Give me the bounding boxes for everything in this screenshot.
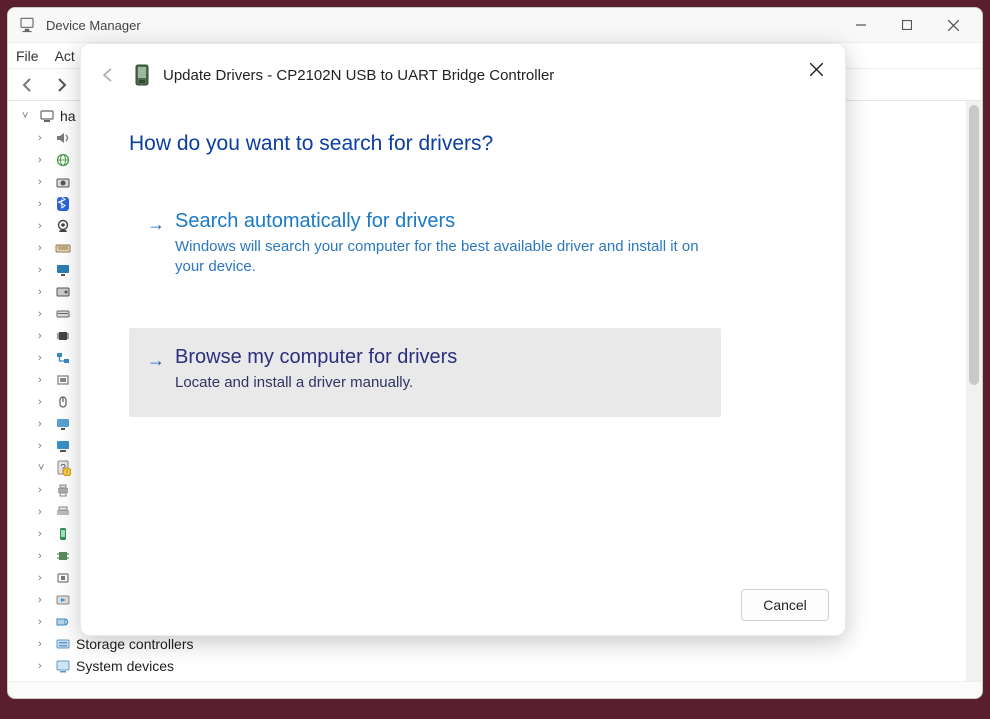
dialog-content: How do you want to search for drivers? →…	[81, 96, 845, 577]
dialog-question: How do you want to search for drivers?	[129, 132, 797, 156]
chevron-right-icon[interactable]	[38, 374, 50, 386]
chevron-right-icon[interactable]	[38, 264, 50, 276]
chevron-right-icon[interactable]	[38, 132, 50, 144]
dialog-title: Update Drivers - CP2102N USB to UART Bri…	[163, 67, 554, 84]
chevron-down-icon[interactable]: ˅	[38, 462, 50, 474]
chevron-right-icon[interactable]	[38, 594, 50, 606]
chevron-right-icon[interactable]	[38, 440, 50, 452]
menu-action[interactable]: Act	[55, 48, 75, 64]
chevron-right-icon[interactable]	[38, 528, 50, 540]
disk-drive-icon	[54, 306, 72, 322]
chevron-down-icon[interactable]: ˅	[22, 110, 34, 122]
chevron-right-icon[interactable]	[38, 418, 50, 430]
chevron-right-icon[interactable]	[38, 176, 50, 188]
dialog-footer: Cancel	[81, 577, 845, 635]
chip-icon	[54, 328, 72, 344]
printqueue-icon	[54, 504, 72, 520]
toolbar-back-button[interactable]	[14, 71, 42, 99]
device-icon	[133, 63, 151, 87]
tree-label: System devices	[76, 658, 174, 674]
option-title: Browse my computer for drivers	[175, 346, 457, 369]
chevron-right-icon[interactable]	[38, 286, 50, 298]
dm-title: Device Manager	[46, 18, 141, 33]
cancel-button-label: Cancel	[763, 597, 807, 613]
bluetooth-icon	[54, 196, 72, 212]
menu-file[interactable]: File	[16, 48, 39, 64]
device-manager-icon	[18, 16, 36, 34]
webcam-icon	[54, 218, 72, 234]
keyboard-icon	[54, 240, 72, 256]
arrow-right-icon: →	[147, 210, 165, 238]
option-body: Search automatically for drivers Windows…	[175, 210, 699, 278]
computer-icon	[38, 108, 56, 124]
chevron-right-icon[interactable]	[38, 506, 50, 518]
chevron-right-icon[interactable]	[38, 242, 50, 254]
software-icon	[54, 592, 72, 608]
minimize-button[interactable]	[838, 8, 884, 42]
arrow-right-icon: →	[147, 346, 165, 374]
chevron-right-icon[interactable]	[38, 550, 50, 562]
option-search-automatically[interactable]: → Search automatically for drivers Windo…	[129, 192, 721, 302]
dm-titlebar: Device Manager	[8, 8, 982, 43]
chevron-right-icon[interactable]	[38, 616, 50, 628]
monitor2-icon	[54, 416, 72, 432]
network-icon	[54, 350, 72, 366]
disk-icon	[54, 284, 72, 300]
printer-icon	[54, 482, 72, 498]
unknown-device-icon: ?!	[54, 460, 72, 476]
dialog-device-name: CP2102N USB to UART Bridge Controller	[276, 67, 554, 84]
option-browse-computer[interactable]: → Browse my computer for drivers Locate …	[129, 328, 721, 417]
globe-icon	[54, 152, 72, 168]
dialog-back-button[interactable]	[95, 62, 121, 88]
chevron-right-icon[interactable]	[38, 572, 50, 584]
processor-icon	[54, 548, 72, 564]
option-description: Windows will search your computer for th…	[175, 237, 699, 278]
option-title: Search automatically for drivers	[175, 210, 699, 233]
mouse-icon	[54, 394, 72, 410]
chipset-icon	[54, 372, 72, 388]
chevron-right-icon[interactable]	[38, 198, 50, 210]
chevron-right-icon[interactable]	[38, 396, 50, 408]
dialog-close-button[interactable]	[801, 54, 831, 84]
tree-label: Storage controllers	[76, 636, 194, 652]
chevron-right-icon[interactable]	[38, 154, 50, 166]
audio-icon	[54, 130, 72, 146]
maximize-button[interactable]	[884, 8, 930, 42]
dialog-title-prefix: Update Drivers -	[163, 67, 276, 84]
tree-category-system[interactable]: System devices	[14, 655, 966, 677]
tree-category-storage[interactable]: Storage controllers	[14, 633, 966, 655]
chevron-right-icon[interactable]	[38, 220, 50, 232]
security-icon	[54, 570, 72, 586]
toolbar-forward-button[interactable]	[48, 71, 76, 99]
tree-root-label: ha	[60, 108, 76, 124]
cancel-button[interactable]: Cancel	[741, 589, 829, 621]
option-body: Browse my computer for drivers Locate an…	[175, 346, 457, 393]
camera-icon	[54, 174, 72, 190]
chevron-right-icon[interactable]	[38, 330, 50, 342]
dialog-header: Update Drivers - CP2102N USB to UART Bri…	[81, 44, 845, 96]
chevron-right-icon[interactable]	[38, 660, 50, 672]
update-drivers-dialog: Update Drivers - CP2102N USB to UART Bri…	[80, 43, 846, 636]
close-window-button[interactable]	[930, 8, 976, 42]
option-description: Locate and install a driver manually.	[175, 373, 457, 393]
sound-controller-icon	[54, 614, 72, 630]
phone-icon	[54, 526, 72, 542]
dm-statusbar	[8, 681, 982, 698]
chevron-right-icon[interactable]	[38, 308, 50, 320]
chevron-right-icon[interactable]	[38, 638, 50, 650]
scrollbar[interactable]	[966, 101, 982, 681]
chevron-right-icon[interactable]	[38, 352, 50, 364]
display-adapter-icon	[54, 438, 72, 454]
monitor-icon	[54, 262, 72, 278]
system-devices-icon	[54, 658, 72, 674]
chevron-right-icon[interactable]	[38, 484, 50, 496]
storage-controller-icon	[54, 636, 72, 652]
scrollbar-thumb[interactable]	[969, 105, 979, 385]
